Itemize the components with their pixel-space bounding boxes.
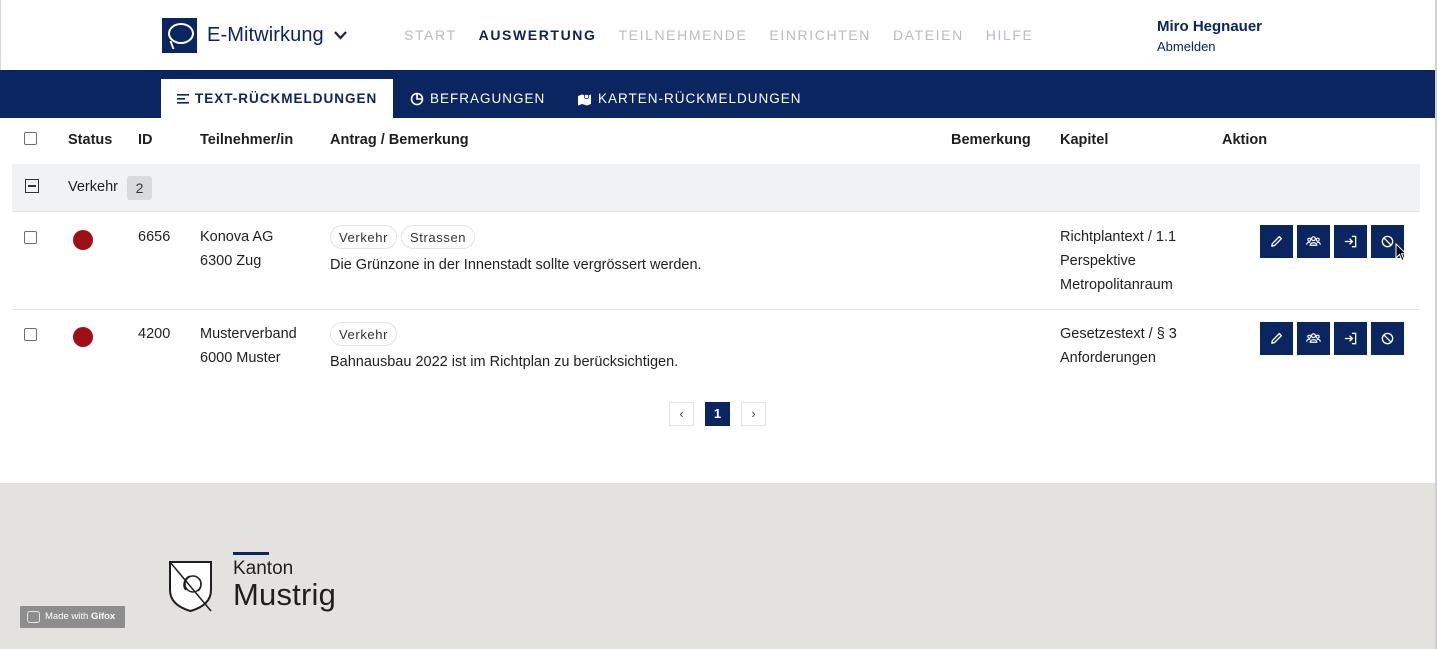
column-participant[interactable]: Teilnehmer/in xyxy=(200,132,293,148)
collapse-group-icon[interactable] xyxy=(25,179,39,193)
main-nav: START AUSWERTUNG TEILNEHMENDE EINRICHTEN… xyxy=(404,27,1055,43)
gifox-watermark: Made with Gifox xyxy=(20,606,125,628)
nav-hilfe[interactable]: HILFE xyxy=(986,27,1034,43)
nav-einrichten[interactable]: EINRICHTEN xyxy=(769,27,871,43)
column-remark[interactable]: Bemerkung xyxy=(951,132,1031,148)
nav-dateien[interactable]: DATEIEN xyxy=(893,27,964,43)
table-row: 6656 Konova AG 6300 Zug Verkehr Strassen… xyxy=(12,213,1420,310)
tag: Strassen xyxy=(401,225,476,249)
map-marker-icon xyxy=(578,93,591,105)
tab-text-rueckmeldungen[interactable]: TEXT-RÜCKMELDUNGEN xyxy=(161,79,394,118)
nav-start[interactable]: START xyxy=(404,27,457,43)
top-header: E-Mitwirkung START AUSWERTUNG TEILNEHMEN… xyxy=(0,0,1437,70)
logout-link[interactable]: Abmelden xyxy=(1157,39,1262,54)
select-all-checkbox[interactable] xyxy=(24,132,37,145)
user-menu: Miro Hegnauer Abmelden xyxy=(1157,18,1262,54)
motion-text: Bahnausbau 2022 ist im Richtplan zu berü… xyxy=(330,354,679,370)
text-lines-icon xyxy=(177,93,189,104)
tab-label: BEFRAGUNGEN xyxy=(430,91,546,106)
status-indicator xyxy=(73,230,93,250)
chapter-line: Metropolitanraum xyxy=(1060,277,1173,293)
edit-button[interactable] xyxy=(1260,225,1293,258)
assign-participants-button[interactable] xyxy=(1297,322,1330,355)
chevron-down-icon xyxy=(333,31,347,40)
app-switcher[interactable]: E-Mitwirkung xyxy=(162,18,347,53)
assign-participants-button[interactable] xyxy=(1297,225,1330,258)
nav-auswertung[interactable]: AUSWERTUNG xyxy=(479,27,597,43)
tag: Verkehr xyxy=(330,225,398,249)
page-button-current[interactable]: 1 xyxy=(705,402,730,426)
exclude-button[interactable] xyxy=(1371,322,1404,355)
row-id: 4200 xyxy=(138,326,171,342)
group-icon xyxy=(1306,333,1321,343)
speech-bubble-logo-icon xyxy=(162,18,197,53)
column-motion[interactable]: Antrag / Bemerkung xyxy=(330,132,469,148)
kanton-name: Mustrig xyxy=(233,577,337,612)
tag-list: Verkehr xyxy=(330,322,398,346)
chapter-line: Gesetzestext / § 3 xyxy=(1060,326,1177,342)
coat-of-arms-icon xyxy=(169,561,212,613)
page-footer: Kanton Mustrig Made with Gifox xyxy=(0,483,1437,649)
motion-text: Die Grünzone in der Innenstadt sollte ve… xyxy=(330,257,702,273)
move-button[interactable] xyxy=(1334,225,1367,258)
row-id: 6656 xyxy=(138,229,171,245)
edit-button[interactable] xyxy=(1260,322,1293,355)
ban-icon xyxy=(1381,332,1394,345)
row-actions xyxy=(1260,322,1404,355)
column-action: Aktion xyxy=(1222,132,1268,148)
tab-label: TEXT-RÜCKMELDUNGEN xyxy=(195,91,378,106)
chart-pie-icon xyxy=(410,92,424,105)
chapter-line: Richtplantext / 1.1 xyxy=(1060,229,1177,245)
next-page-button[interactable]: › xyxy=(741,402,766,426)
column-chapter[interactable]: Kapitel xyxy=(1060,132,1108,148)
gifox-brand: Gifox xyxy=(90,611,116,622)
tab-befragungen[interactable]: BEFRAGUNGEN xyxy=(394,79,561,118)
chapter-line: Perspektive xyxy=(1060,253,1136,269)
group-count-badge: 2 xyxy=(127,176,152,200)
app-title: E-Mitwirkung xyxy=(207,24,324,46)
column-status[interactable]: Status xyxy=(68,132,112,148)
column-id[interactable]: ID xyxy=(138,132,153,148)
table-header: Status ID Teilnehmer/in Antrag / Bemerku… xyxy=(12,118,1420,164)
participant-address: 6300 Zug xyxy=(200,253,262,269)
sign-in-icon xyxy=(1344,332,1357,345)
participant-name: Konova AG xyxy=(200,229,274,245)
row-actions xyxy=(1260,225,1404,258)
move-button[interactable] xyxy=(1334,322,1367,355)
brand-accent-bar xyxy=(233,552,269,555)
tab-label: KARTEN-RÜCKMELDUNGEN xyxy=(598,91,802,106)
sub-nav: TEXT-RÜCKMELDUNGEN BEFRAGUNGEN KARTEN-RÜ… xyxy=(0,70,1437,118)
gifox-prefix: Made with xyxy=(45,611,91,622)
pencil-icon xyxy=(1271,235,1283,247)
row-checkbox[interactable] xyxy=(24,231,37,244)
status-indicator xyxy=(73,327,93,347)
group-icon xyxy=(1306,236,1321,246)
chapter-line: Anforderungen xyxy=(1060,350,1156,366)
previous-page-button[interactable]: ‹ xyxy=(669,402,694,426)
nav-teilnehmende[interactable]: TEILNEHMENDE xyxy=(619,27,748,43)
group-row: Verkehr 2 xyxy=(12,164,1420,212)
user-name: Miro Hegnauer xyxy=(1157,18,1263,35)
tag: Verkehr xyxy=(330,322,398,346)
tag-list: Verkehr Strassen xyxy=(330,225,476,249)
tab-karten-rueckmeldungen[interactable]: KARTEN-RÜCKMELDUNGEN xyxy=(561,79,818,118)
sign-in-icon xyxy=(1344,235,1357,248)
pagination: ‹ 1 › xyxy=(669,402,766,426)
gifox-logo-icon xyxy=(27,611,40,623)
participant-name: Musterverband xyxy=(200,326,297,342)
group-label: Verkehr xyxy=(68,179,118,195)
row-checkbox[interactable] xyxy=(24,328,37,341)
table-row: 4200 Musterverband 6000 Muster Verkehr B… xyxy=(12,310,1420,380)
pencil-icon xyxy=(1271,332,1283,344)
participant-address: 6000 Muster xyxy=(200,350,281,366)
ban-icon xyxy=(1381,235,1394,248)
mouse-cursor-icon xyxy=(1395,243,1407,262)
